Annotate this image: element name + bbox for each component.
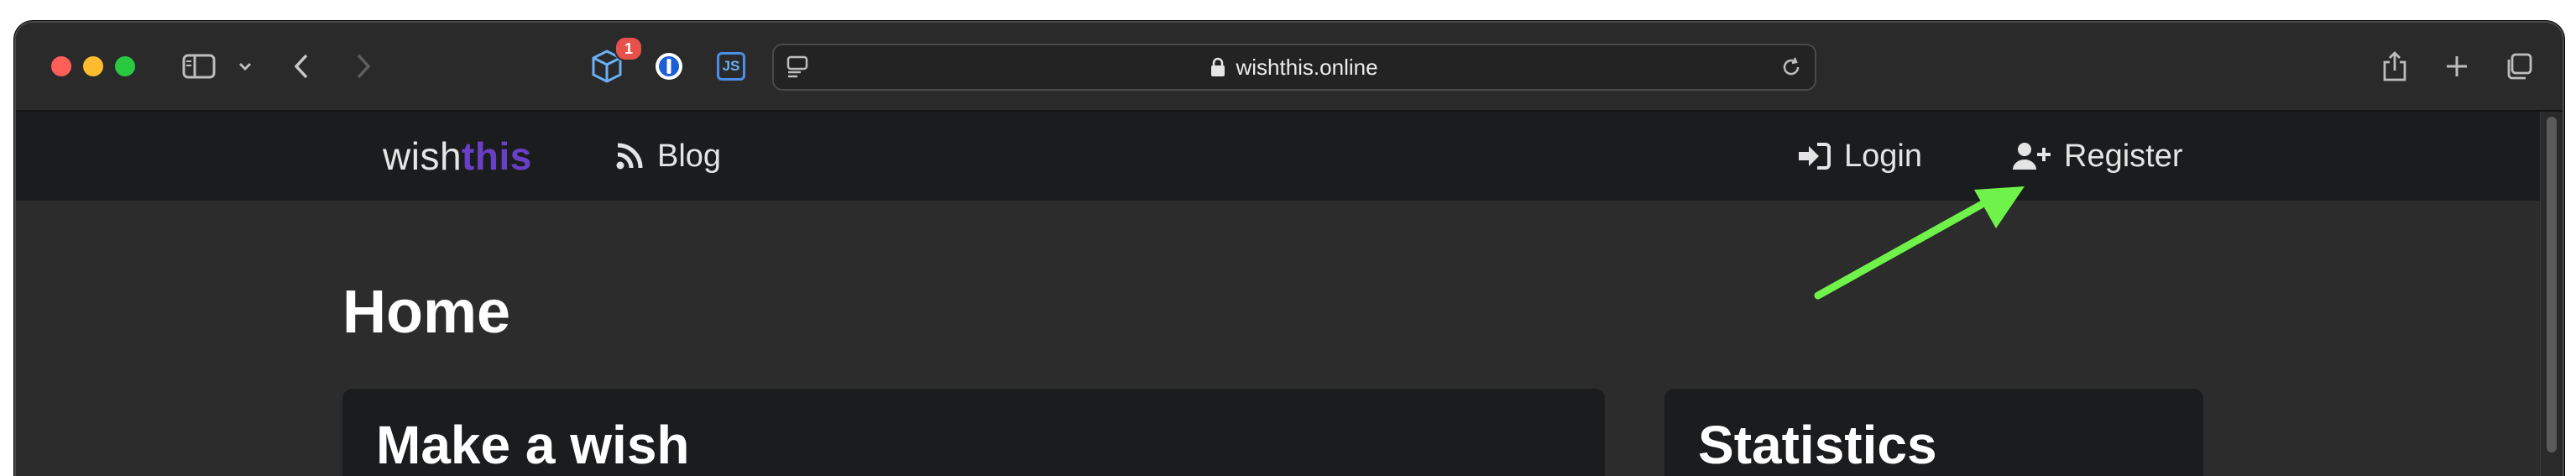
annotation-arrow-shaft <box>1814 201 1985 300</box>
annotation-arrow <box>1814 186 2025 300</box>
